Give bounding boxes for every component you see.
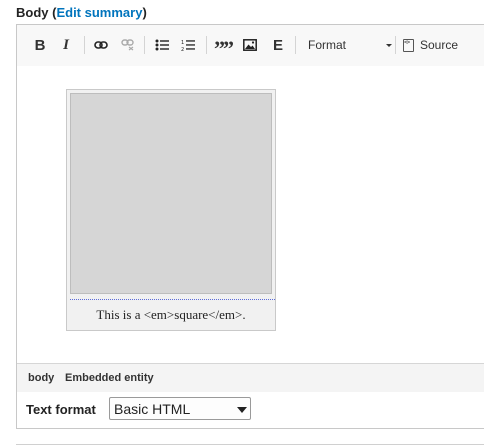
format-dropdown[interactable]: Format: [298, 34, 394, 56]
element-path-bar: body Embedded entity: [17, 363, 484, 392]
blockquote-button[interactable]: ””: [214, 34, 234, 61]
toolbar-separator: [395, 36, 396, 54]
text-format-select[interactable]: Basic HTML: [109, 397, 251, 420]
numbered-list-icon: 12: [181, 40, 195, 52]
toolbar-separator: [144, 36, 145, 54]
field-label-text: Body: [16, 5, 49, 20]
square-image: [70, 93, 272, 294]
italic-icon: I: [63, 36, 69, 53]
source-icon: [403, 38, 414, 52]
path-item-body[interactable]: body: [28, 372, 54, 384]
caption-divider: [70, 299, 275, 300]
unlink-icon: [121, 39, 134, 51]
toolbar-separator: [295, 36, 296, 54]
edit-summary-link[interactable]: Edit summary: [56, 5, 142, 20]
text-format-wrapper: Text format Basic HTML: [16, 391, 484, 429]
editor-toolbar: B I 12 ”” E Format Source: [17, 25, 484, 67]
image-caption[interactable]: This is a <em>square</em>.: [67, 307, 275, 323]
image-button[interactable]: [242, 34, 258, 56]
bold-icon: B: [34, 36, 46, 54]
image-icon: [243, 39, 257, 51]
numbered-list-button[interactable]: 12: [180, 34, 196, 56]
italic-button[interactable]: I: [59, 34, 73, 56]
format-label: Format: [308, 38, 347, 52]
svg-text:2: 2: [181, 47, 184, 52]
text-format-label: Text format: [26, 402, 96, 417]
chevron-down-icon: [386, 44, 392, 47]
embedded-entity[interactable]: This is a <em>square</em>.: [66, 89, 276, 331]
bold-button[interactable]: B: [33, 34, 47, 56]
entity-embed-icon: E: [272, 36, 283, 54]
source-button[interactable]: Source: [403, 34, 458, 56]
svg-text:1: 1: [181, 40, 184, 46]
link-icon: [94, 41, 108, 49]
unlink-button[interactable]: [120, 34, 136, 56]
ckeditor: B I 12 ”” E Format Source: [16, 24, 484, 392]
bulleted-list-icon: [155, 39, 169, 51]
toolbar-separator: [206, 36, 207, 54]
link-button[interactable]: [93, 34, 109, 56]
paren-close: ): [142, 5, 147, 20]
divider: [16, 444, 484, 445]
blockquote-icon: ”: [214, 36, 225, 61]
editor-content-area[interactable]: This is a <em>square</em>.: [17, 66, 484, 362]
entity-embed-button[interactable]: E: [271, 34, 285, 56]
body-field-label: Body (Edit summary): [16, 5, 147, 20]
source-label: Source: [420, 38, 459, 52]
blockquote-icon: ”: [223, 36, 234, 61]
path-item-embedded-entity[interactable]: Embedded entity: [65, 372, 154, 384]
bulleted-list-button[interactable]: [154, 34, 170, 56]
toolbar-separator: [84, 36, 85, 54]
